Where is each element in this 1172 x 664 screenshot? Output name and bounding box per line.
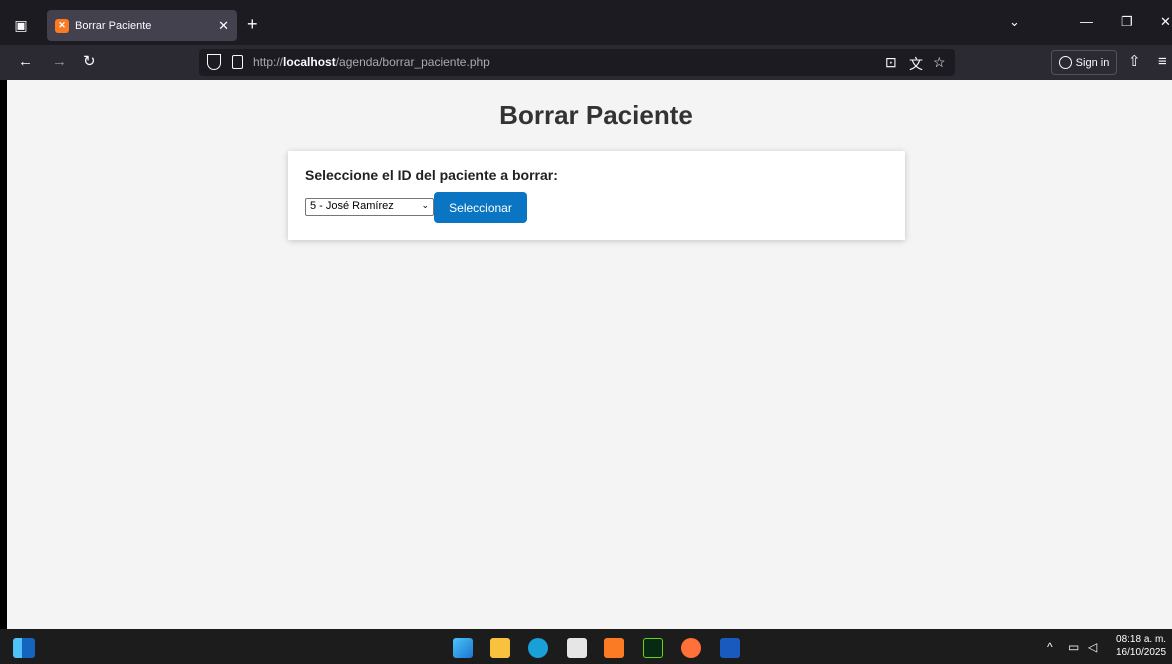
firefox-icon[interactable] — [681, 638, 701, 658]
volume-icon[interactable]: ◁ — [1088, 640, 1097, 654]
select-button[interactable]: Seleccionar — [434, 192, 527, 223]
start-icon[interactable] — [453, 638, 473, 658]
sign-in-label: Sign in — [1075, 56, 1110, 69]
menu-icon[interactable]: ≡ — [1158, 53, 1167, 71]
selected-option: 5 - José Ramírez — [310, 200, 394, 212]
forward-icon[interactable]: → — [52, 53, 67, 71]
extensions-icon[interactable]: ⇧ — [1128, 53, 1141, 71]
page-info-icon[interactable] — [232, 55, 243, 69]
tray-chevron-icon[interactable]: ^ — [1047, 640, 1053, 654]
minimize-icon[interactable]: — — [1080, 14, 1093, 29]
dreamweaver-icon[interactable] — [643, 638, 663, 658]
page-title: Borrar Paciente — [499, 100, 693, 130]
xampp-favicon-icon: ✕ — [55, 18, 69, 33]
tab-bar: ▣ ✕ Borrar Paciente ✕ + ⌄ — ❐ ✕ — [0, 0, 1172, 45]
patient-select[interactable]: 5 - José Ramírez ⌄ — [305, 198, 434, 216]
install-icon[interactable]: ⊡ — [885, 54, 897, 71]
tab-active[interactable]: ✕ Borrar Paciente ✕ — [47, 10, 237, 41]
back-icon[interactable]: ← — [18, 53, 33, 71]
clock-time: 08:18 a. m. — [1116, 634, 1167, 645]
account-icon — [1058, 56, 1072, 69]
file-explorer-icon[interactable] — [490, 638, 510, 658]
network-icon[interactable]: ▭ — [1068, 640, 1079, 654]
tab-title: Borrar Paciente — [75, 19, 152, 32]
page-viewport: Borrar Paciente Seleccione el ID del pac… — [7, 80, 1172, 629]
tracking-protection-icon[interactable] — [207, 54, 221, 70]
list-all-tabs-icon[interactable]: ▣ — [10, 14, 32, 36]
xampp-icon[interactable] — [604, 638, 624, 658]
sign-in-button[interactable]: Sign in — [1051, 50, 1117, 75]
chevron-down-icon[interactable]: ⌄ — [1009, 14, 1020, 30]
close-window-icon[interactable]: ✕ — [1160, 14, 1171, 30]
delete-form-card: Seleccione el ID del paciente a borrar: … — [288, 151, 905, 240]
clock-date: 16/10/2025 — [1116, 647, 1167, 658]
url-text[interactable]: http://localhost/agenda/borrar_paciente.… — [253, 55, 490, 69]
translate-icon[interactable]: 文 — [909, 54, 923, 74]
bookmark-star-icon[interactable]: ☆ — [933, 54, 946, 71]
reload-icon[interactable]: ↻ — [83, 53, 96, 71]
new-tab-icon[interactable]: + — [247, 14, 258, 34]
nav-bar: ← → ↻ http://localhost/agenda/borrar_pac… — [0, 45, 1172, 80]
edge-icon[interactable] — [528, 638, 548, 658]
taskbar: ^ ▭ ◁ 08:18 a. m. 16/10/2025 — [0, 629, 1172, 664]
close-tab-icon[interactable]: ✕ — [218, 18, 229, 34]
address-bar[interactable]: http://localhost/agenda/borrar_paciente.… — [199, 49, 955, 76]
store-icon[interactable] — [567, 638, 587, 658]
restore-icon[interactable]: ❐ — [1121, 14, 1133, 30]
select-label: Seleccione el ID del paciente a borrar: — [305, 167, 558, 183]
widgets-icon[interactable] — [13, 638, 35, 658]
word-icon[interactable] — [720, 638, 740, 658]
chevron-down-icon: ⌄ — [421, 200, 429, 210]
clock[interactable]: 08:18 a. m. 16/10/2025 — [1116, 633, 1166, 659]
